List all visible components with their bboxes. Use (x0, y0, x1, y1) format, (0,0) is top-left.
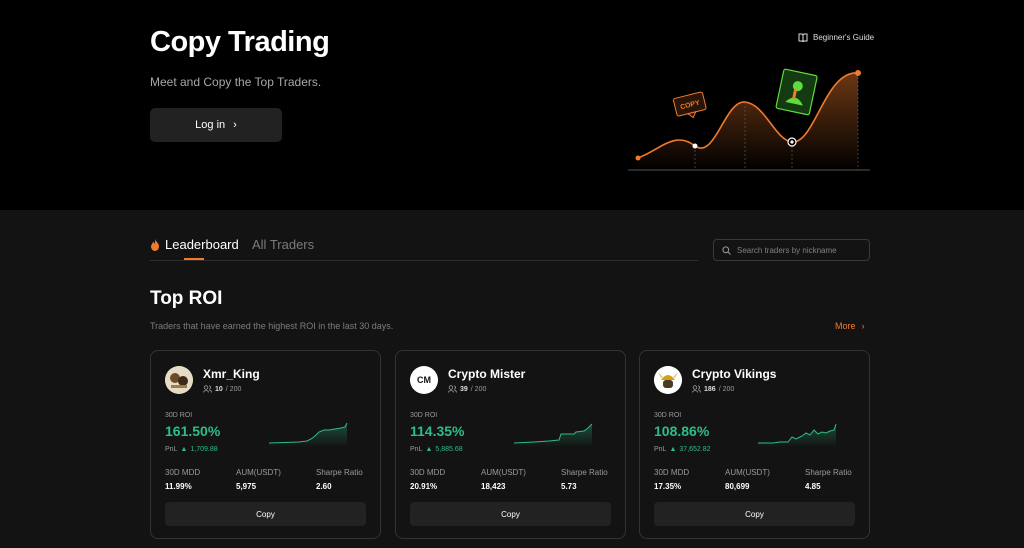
hero-banner: Copy Trading Meet and Copy the Top Trade… (0, 0, 1024, 210)
aum-value: 5,975 (236, 482, 257, 491)
roi-value: 108.86% (654, 423, 710, 439)
page-title: Copy Trading (150, 26, 330, 58)
flame-icon (151, 238, 159, 251)
pnl-row: PnL ▲ 37,652.82 (654, 446, 711, 453)
tab-leaderboard[interactable]: Leaderboard (150, 237, 239, 260)
users-icon (692, 385, 701, 393)
aum-label: AUM(USDT) (236, 468, 281, 477)
users-icon (448, 385, 457, 393)
pnl-value: 37,652.82 (679, 446, 711, 453)
mdd-label: 30D MDD (410, 468, 446, 477)
copy-button[interactable]: Copy (165, 502, 366, 526)
pnl-row: PnL ▲ 5,885.68 (410, 446, 463, 453)
followers-value: 186 (704, 385, 716, 393)
roi-sparkline (758, 423, 837, 447)
trader-name: Crypto Mister (448, 367, 526, 381)
tab-all-traders-label: All Traders (252, 237, 315, 252)
roi-label: 30D ROI (410, 412, 438, 419)
sharpe-label: Sharpe Ratio (561, 468, 608, 477)
avatar: CM (410, 366, 438, 394)
trader-card[interactable]: Xmr_King 10 / 200 30D ROI 161.50% PnL ▲ … (150, 350, 381, 539)
tab-all-traders[interactable]: All Traders (252, 237, 314, 252)
followers-capacity: / 200 (470, 385, 487, 393)
avatar (165, 366, 193, 394)
mdd-label: 30D MDD (165, 468, 201, 477)
avatar (654, 366, 682, 394)
follower-count: 186 / 200 (692, 385, 734, 393)
tab-leaderboard-label: Leaderboard (165, 237, 239, 252)
followers-capacity: / 200 (718, 385, 735, 393)
trader-name: Crypto Vikings (692, 367, 777, 381)
more-link[interactable]: More › (835, 321, 865, 331)
section-subtitle: Traders that have earned the highest ROI… (150, 321, 394, 331)
mdd-value: 20.91% (410, 482, 438, 491)
aum-label: AUM(USDT) (725, 468, 770, 477)
trader-card[interactable]: Crypto Vikings 186 / 200 30D ROI 108.86%… (639, 350, 870, 539)
login-button[interactable]: Log in › (150, 108, 282, 142)
sharpe-label: Sharpe Ratio (316, 468, 363, 477)
more-label: More (835, 321, 856, 331)
guide-label: Beginner's Guide (813, 33, 875, 42)
mdd-label: 30D MDD (654, 468, 690, 477)
pnl-label: PnL (165, 446, 178, 453)
trader-tabs: Leaderboard All Traders (150, 237, 698, 261)
followers-value: 10 (215, 385, 223, 393)
login-label: Log in (195, 119, 226, 131)
aum-value: 80,699 (725, 482, 750, 491)
pnl-label: PnL (654, 446, 667, 453)
follower-count: 10 / 200 (203, 385, 241, 393)
trader-name: Xmr_King (203, 367, 260, 381)
sharpe-value: 4.85 (805, 482, 821, 491)
search-input[interactable] (737, 245, 862, 255)
search-box (713, 239, 870, 261)
aum-label: AUM(USDT) (481, 468, 526, 477)
triangle-up-icon: ▲ (669, 446, 677, 453)
chevron-right-icon: › (233, 119, 237, 131)
hero-illustration: COPY (628, 68, 870, 171)
book-icon (798, 33, 808, 42)
pnl-row: PnL ▲ 1,709.88 (165, 446, 218, 453)
sharpe-label: Sharpe Ratio (805, 468, 852, 477)
follower-count: 39 / 200 (448, 385, 486, 393)
chevron-right-icon: › (861, 321, 865, 331)
trader-card[interactable]: CM Crypto Mister 39 / 200 30D ROI 114.35… (395, 350, 626, 539)
pnl-label: PnL (410, 446, 423, 453)
roi-label: 30D ROI (165, 412, 193, 419)
roi-sparkline (514, 423, 593, 447)
mdd-value: 17.35% (654, 482, 682, 491)
triangle-up-icon: ▲ (180, 446, 188, 453)
search-icon (722, 245, 731, 255)
copy-button[interactable]: Copy (654, 502, 855, 526)
sharpe-value: 5.73 (561, 482, 577, 491)
beginners-guide-link[interactable]: Beginner's Guide (798, 33, 874, 42)
followers-capacity: / 200 (225, 385, 242, 393)
users-icon (203, 385, 212, 393)
page-subtitle: Meet and Copy the Top Traders. (150, 75, 322, 89)
followers-value: 39 (460, 385, 468, 393)
sharpe-value: 2.60 (316, 482, 332, 491)
section-title: Top ROI (150, 288, 223, 309)
roi-sparkline (269, 422, 348, 447)
roi-value: 114.35% (410, 423, 465, 439)
avatar-initials: CM (417, 375, 431, 385)
copy-button[interactable]: Copy (410, 502, 611, 526)
triangle-up-icon: ▲ (425, 446, 433, 453)
roi-label: 30D ROI (654, 412, 682, 419)
avatar-image (165, 366, 193, 394)
aum-value: 18,423 (481, 482, 506, 491)
pnl-value: 5,885.68 (435, 446, 463, 453)
viking-avatar-image (654, 366, 682, 394)
roi-value: 161.50% (165, 423, 221, 439)
pnl-value: 1,709.88 (190, 446, 218, 453)
mdd-value: 11.99% (165, 482, 192, 491)
